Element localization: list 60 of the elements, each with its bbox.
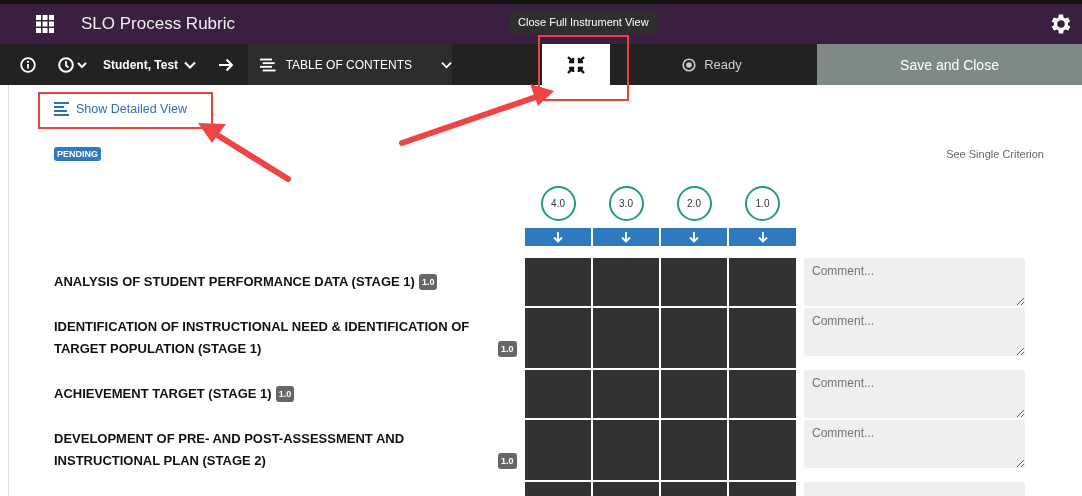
comment-field[interactable]: Comment... (804, 308, 1025, 356)
criterion-title: ANALYSIS OF STUDENT PERFORMANCE DATA (STAGE 1) (54, 273, 415, 291)
rubric-cell[interactable] (661, 258, 727, 306)
apps-grid-icon[interactable] (36, 15, 54, 33)
tooltip: Close Full Instrument View (510, 10, 657, 34)
rubric-cell[interactable] (525, 370, 591, 418)
rubric-cell[interactable] (729, 308, 796, 368)
rubric-cell[interactable] (661, 308, 727, 368)
rubric-cell[interactable] (525, 420, 591, 480)
score-circle: 4.0 (540, 186, 576, 221)
info-icon[interactable] (20, 56, 36, 73)
list-icon (54, 102, 70, 116)
rubric-cell[interactable] (729, 420, 796, 480)
criterion-title: IDENTIFICATION OF INSTRUCTIONAL NEED & IDENTIFICATION OF TARGET POPULATION (STAGE 1) (54, 318, 471, 358)
down-arrow-icon (553, 231, 563, 243)
comment-field[interactable]: Comment... (804, 258, 1025, 306)
status-text: Ready (704, 57, 742, 72)
save-and-close-button[interactable]: Save and Close (817, 44, 1082, 85)
down-arrow-icon (689, 231, 699, 243)
comment-field[interactable]: Comment... (804, 370, 1025, 418)
chevron-down-icon (441, 60, 453, 69)
rubric-cell[interactable] (661, 370, 727, 418)
see-single-criterion-link[interactable]: See Single Criterion (946, 148, 1044, 160)
rubric-cell[interactable] (661, 420, 727, 480)
score-circle: 2.0 (676, 186, 712, 221)
comment-field[interactable]: Comment... (804, 420, 1025, 468)
history-dropdown-icon[interactable] (58, 56, 90, 73)
rubric-cell[interactable] (525, 258, 591, 306)
weight-badge: 1.0 (498, 341, 517, 357)
criterion-title: ACHIEVEMENT TARGET (STAGE 1) (54, 385, 272, 403)
criterion-title: DEVELOPMENT OF PRE- AND POST-ASSESSMENT AND INSTRUCTIONAL PLAN (STAGE 2) (54, 430, 406, 470)
show-detailed-view-link[interactable]: Show Detailed View (54, 102, 187, 116)
fill-down-button[interactable] (593, 228, 659, 246)
student-dropdown[interactable]: Student, Test (103, 57, 197, 72)
status-badge: PENDING (54, 147, 101, 161)
rubric-cell[interactable] (593, 420, 659, 480)
rubric-cell[interactable] (593, 308, 659, 368)
weight-badge: 1.0 (275, 386, 295, 402)
status-radio-icon (682, 57, 697, 72)
weight-badge: 1.0 (418, 274, 438, 290)
rubric-cell[interactable] (525, 308, 591, 368)
rubric-cell[interactable] (593, 370, 659, 418)
fill-down-button[interactable] (729, 228, 796, 246)
down-arrow-icon (757, 231, 768, 243)
fill-down-button[interactable] (661, 228, 727, 246)
rubric-cell[interactable] (729, 370, 796, 418)
fill-down-button[interactable] (525, 228, 591, 246)
collapse-arrows-icon (566, 54, 587, 75)
app-title: SLO Process Rubric (81, 14, 235, 34)
score-circle: 1.0 (745, 186, 780, 221)
rubric-cell[interactable] (593, 258, 659, 306)
down-arrow-icon (621, 231, 631, 243)
score-circle: 3.0 (608, 186, 644, 221)
next-arrow-icon[interactable] (218, 57, 235, 72)
chevron-down-icon (184, 60, 197, 69)
table-of-contents-dropdown[interactable]: TABLE OF CONTENTS (248, 44, 453, 85)
collapse-view-button[interactable] (542, 44, 611, 85)
weight-badge: 1.0 (498, 453, 517, 469)
rubric-cell[interactable] (729, 258, 796, 306)
list-icon (260, 56, 277, 73)
